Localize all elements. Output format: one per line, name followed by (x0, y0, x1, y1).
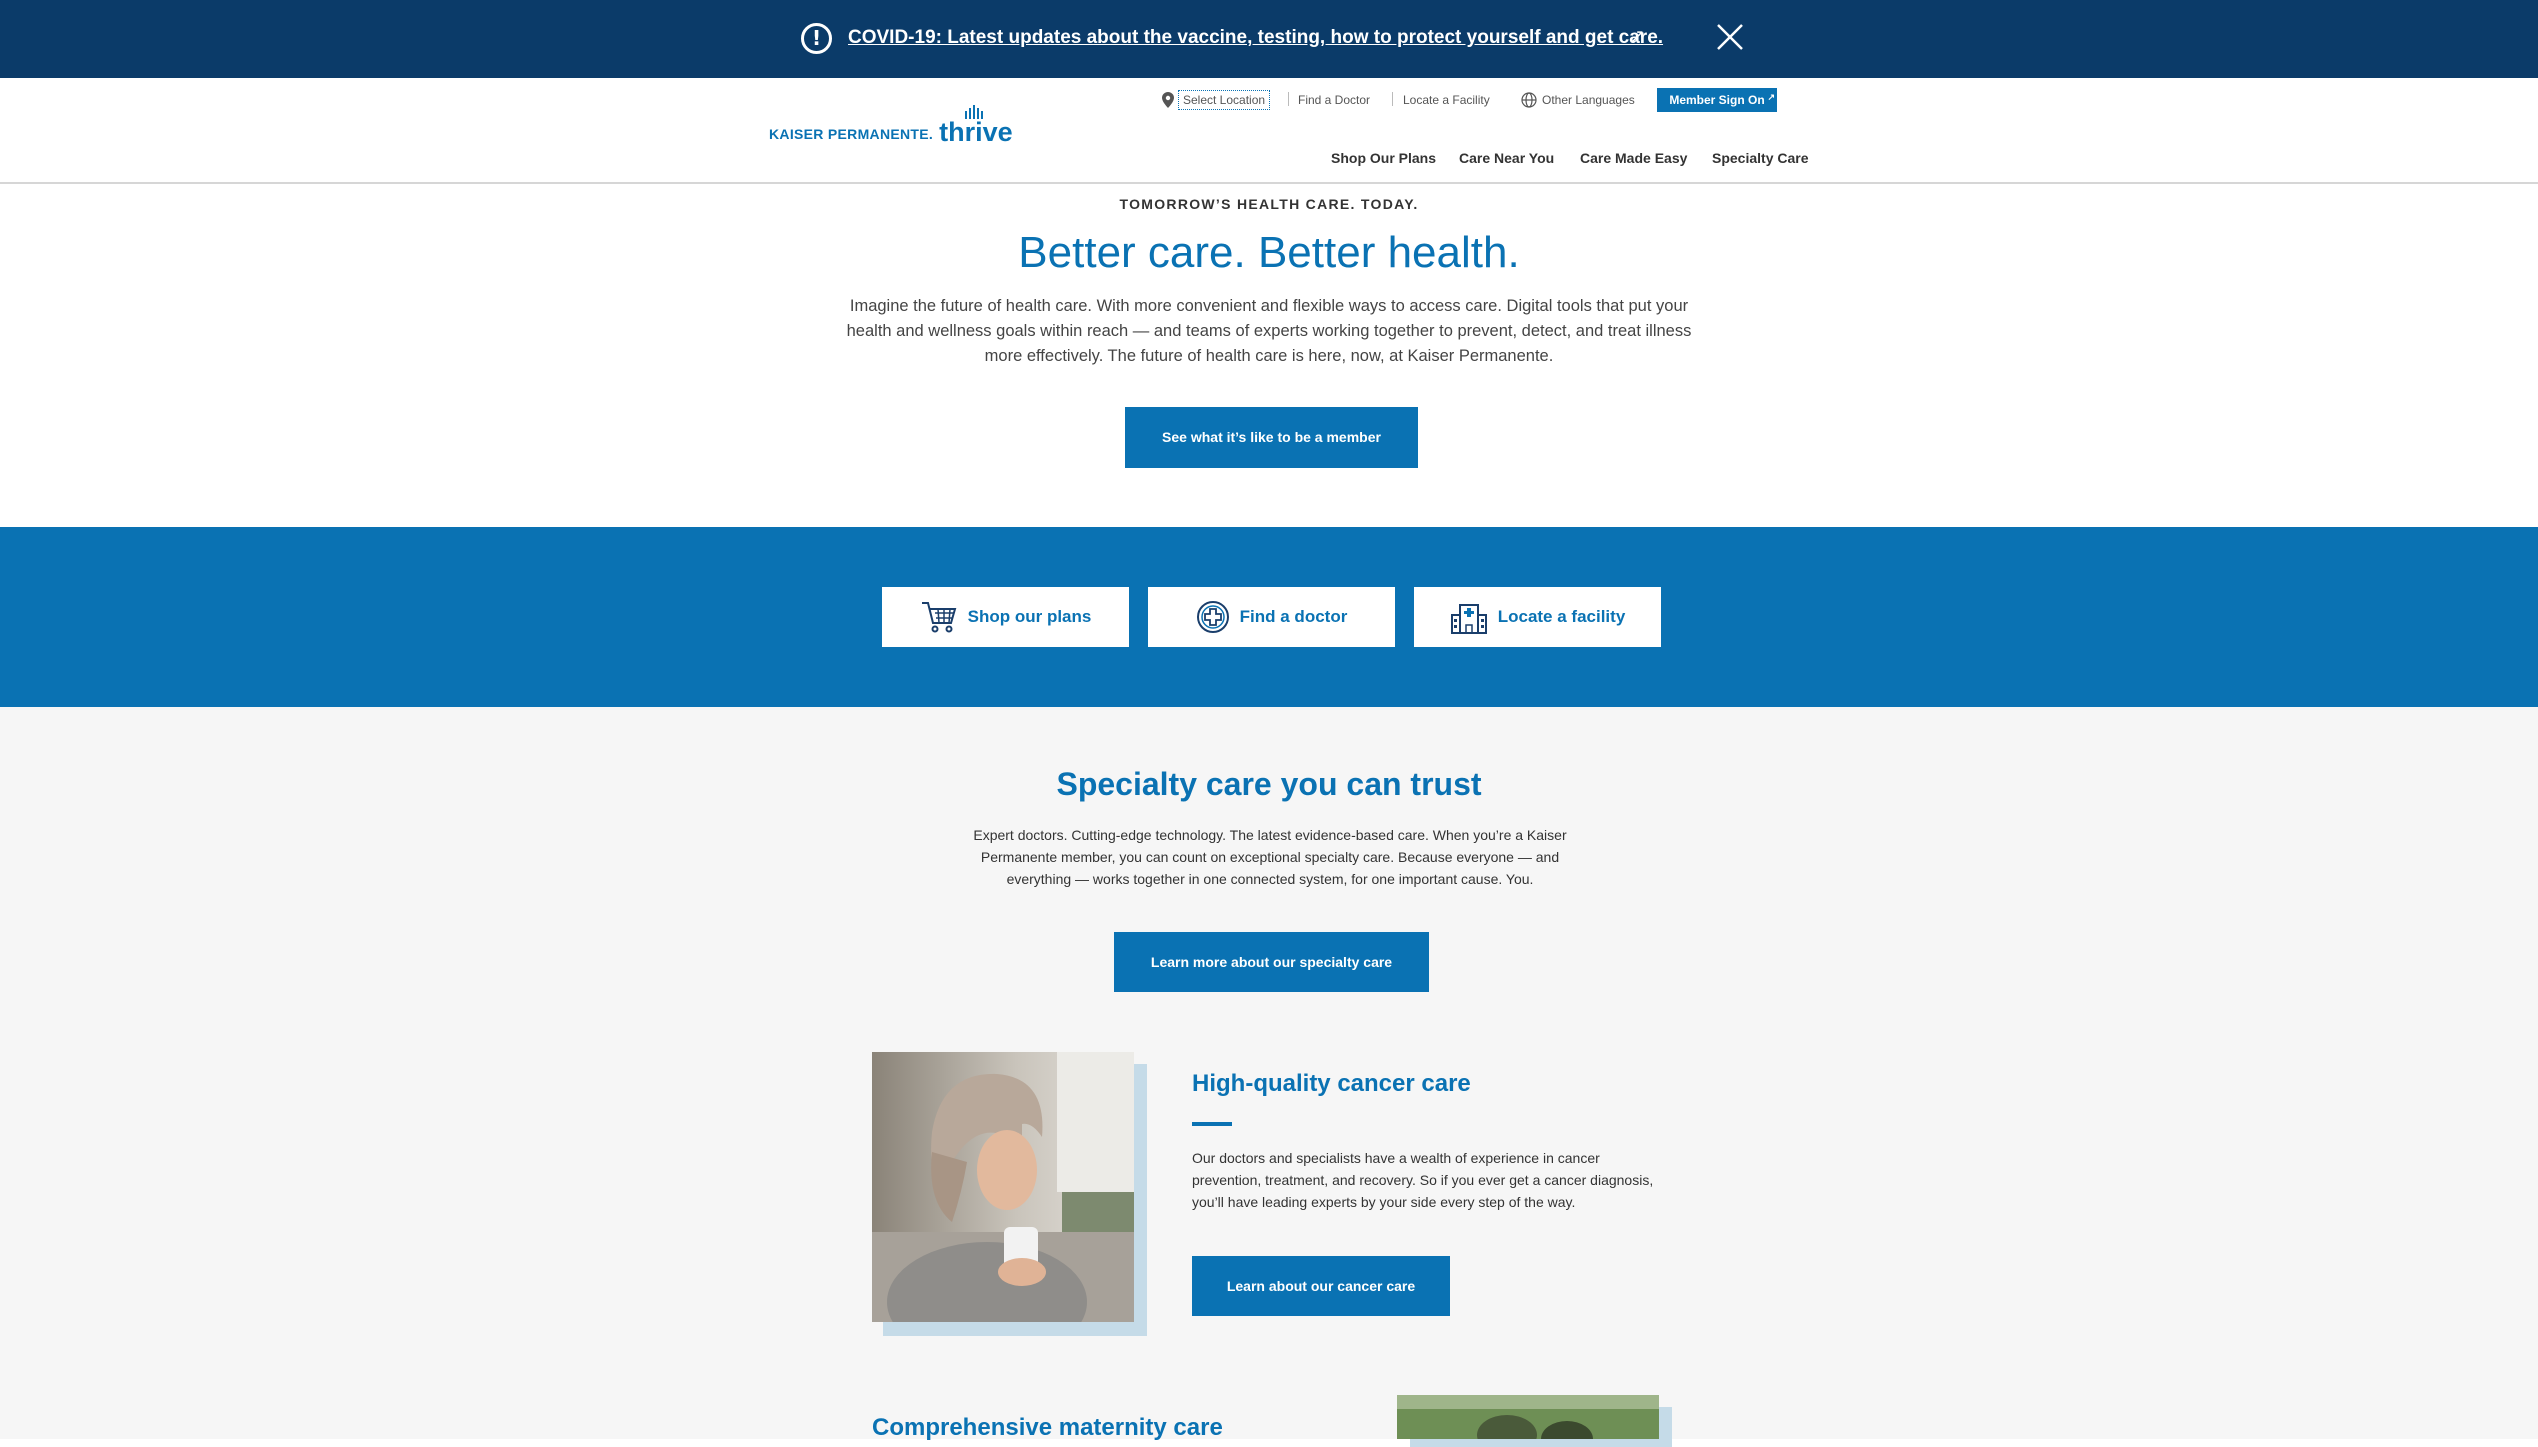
find-a-doctor-label: Find a doctor (1239, 607, 1348, 626)
covid-updates-link[interactable]: COVID-19: Latest updates about the vacci… (848, 27, 1663, 49)
nav-care-made-easy[interactable]: Care Made Easy (1580, 150, 1687, 166)
specialty-body: Expert doctors. Cutting-edge technology.… (973, 827, 1567, 887)
alert-circle-icon: ! (801, 23, 832, 54)
select-location-link[interactable]: Select Location (1162, 88, 1271, 112)
cancer-care-body: Our doctors and specialists have a wealt… (1192, 1150, 1654, 1210)
see-member-button[interactable]: See what it’s like to be a member (1125, 407, 1418, 468)
cancer-care-title: High-quality cancer care (1192, 1070, 1471, 1097)
logo-mark-icon (965, 105, 984, 119)
other-languages-label: Other Languages (1542, 93, 1635, 107)
find-a-doctor-link[interactable]: Find a Doctor (1298, 88, 1370, 112)
other-languages-link[interactable]: Other Languages (1521, 88, 1635, 112)
external-link-icon: ↗ (1767, 92, 1775, 102)
kaiser-permanente-thrive-logo[interactable]: KAISER PERMANENTE. thrive (769, 105, 1013, 148)
specialty-title: Specialty care you can trust (1056, 766, 1482, 802)
utility-divider (1392, 92, 1393, 106)
covid-alert-banner: ! COVID-19: Latest updates about the vac… (0, 0, 2538, 78)
external-link-icon: ↗ (1630, 26, 1646, 46)
title-accent-rule (1192, 1122, 1232, 1126)
learn-specialty-care-button[interactable]: Learn more about our specialty care (1114, 932, 1429, 992)
nav-specialty-care[interactable]: Specialty Care (1712, 150, 1809, 166)
shop-our-plans-button[interactable]: Shop our plans (882, 587, 1129, 647)
find-a-doctor-button[interactable]: Find a doctor (1148, 587, 1395, 647)
maternity-photo (1397, 1395, 1659, 1439)
hero-body: Imagine the future of health care. With … (846, 297, 1692, 365)
maternity-care-title: Comprehensive maternity care (872, 1414, 1223, 1441)
utility-divider (1288, 92, 1289, 106)
shop-our-plans-label: Shop our plans (967, 607, 1092, 626)
site-header: KAISER PERMANENTE. thrive Select Locatio… (0, 78, 2538, 184)
nav-shop-our-plans[interactable]: Shop Our Plans (1331, 150, 1436, 166)
logo-tagline: thrive (939, 105, 1013, 148)
learn-cancer-care-button[interactable]: Learn about our cancer care (1192, 1256, 1450, 1316)
locate-a-facility-link[interactable]: Locate a Facility (1403, 88, 1490, 112)
logo-brand-text: KAISER PERMANENTE. (769, 126, 934, 142)
member-sign-on-label: Member Sign On (1669, 93, 1765, 107)
nav-care-near-you[interactable]: Care Near You (1459, 150, 1554, 166)
locate-a-facility-button[interactable]: Locate a facility (1414, 587, 1661, 647)
hero-eyebrow: TOMORROW’S HEALTH CARE. TODAY. (1119, 196, 1419, 212)
shopping-cart-icon (921, 602, 956, 633)
medical-cross-icon (1196, 601, 1229, 633)
hospital-building-icon (1450, 604, 1487, 634)
cancer-patient-photo (872, 1052, 1134, 1322)
close-icon[interactable] (1713, 20, 1747, 54)
locate-a-facility-label: Locate a facility (1497, 607, 1626, 626)
select-location-label: Select Location (1178, 90, 1271, 110)
member-sign-on-button[interactable]: Member Sign On ↗ (1657, 88, 1777, 112)
hero-title: Better care. Better health. (1018, 228, 1520, 277)
globe-icon (1521, 92, 1537, 108)
location-pin-icon (1162, 92, 1174, 108)
